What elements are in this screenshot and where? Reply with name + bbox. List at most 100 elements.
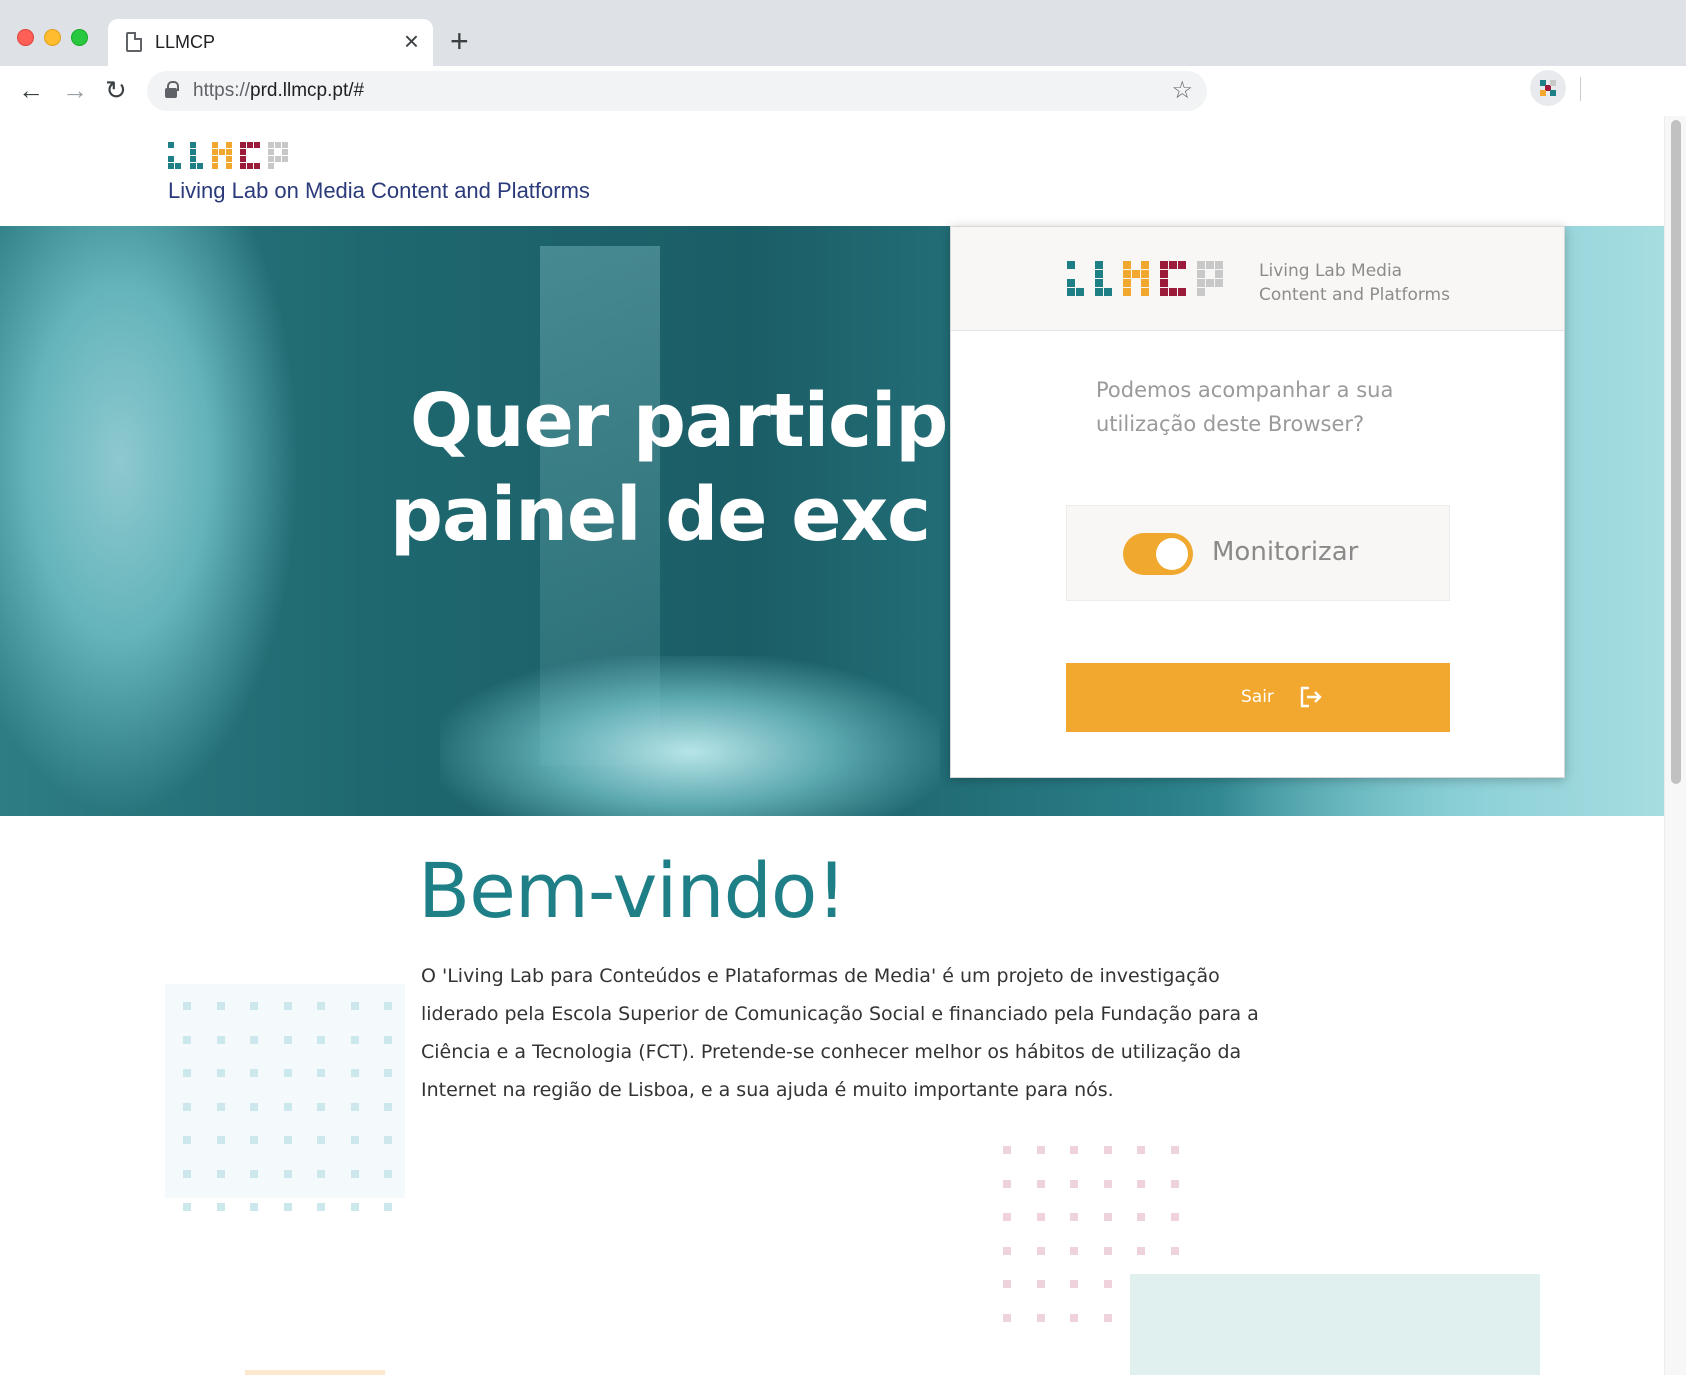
logo-pixel: [1215, 279, 1223, 287]
logo-pixel: [1197, 279, 1205, 287]
logo-pixel: [1160, 270, 1168, 278]
decorative-dot: [384, 1102, 392, 1111]
logo-pixel: [175, 163, 181, 169]
reload-icon[interactable]: ↻: [105, 75, 127, 105]
decorative-dot: [1003, 1179, 1011, 1188]
forward-arrow-icon[interactable]: →: [62, 75, 88, 105]
url-text[interactable]: https://prd.llmcp.pt/#: [193, 80, 364, 102]
logo-pixel: [226, 149, 232, 155]
logo-pixel: [1178, 261, 1186, 269]
logo-pixel: [1178, 288, 1186, 296]
close-window-button[interactable]: [17, 29, 34, 46]
decorative-dot: [183, 1136, 191, 1144]
decorative-dot: [250, 1035, 258, 1044]
monitor-toggle-label: Monitorizar: [1212, 537, 1359, 567]
decorative-dot: [1070, 1246, 1078, 1255]
logo-pixel: [1197, 288, 1205, 296]
llmcp-extension-icon[interactable]: [1530, 70, 1566, 106]
browser-tab[interactable]: LLMCP ×: [108, 19, 433, 66]
logo-pixel: [168, 156, 174, 162]
welcome-paragraph: O 'Living Lab para Conteúdos e Plataform…: [421, 965, 1259, 1101]
decorative-dot: [384, 1035, 392, 1044]
logo-pixel: [226, 163, 232, 169]
exit-button[interactable]: Sair: [1066, 663, 1450, 732]
monitor-toggle[interactable]: [1123, 533, 1193, 575]
back-arrow-icon[interactable]: ←: [18, 75, 44, 105]
decorative-dot: [384, 1136, 392, 1144]
decorative-dot: [350, 1002, 359, 1010]
logo-pixel: [1206, 261, 1214, 269]
decorative-dot: [216, 1169, 225, 1178]
decorative-dot: [216, 1136, 225, 1144]
logo-pixel: [1197, 261, 1205, 269]
logo-pixel: [1141, 261, 1149, 269]
logo-pixel: [226, 156, 232, 162]
hero-headline-line1: Quer particip: [410, 378, 948, 464]
close-tab-icon[interactable]: ×: [404, 28, 419, 54]
toolbar-separator: [1580, 77, 1581, 101]
star-icon[interactable]: ☆: [1171, 76, 1193, 105]
minimize-window-button[interactable]: [44, 29, 61, 46]
decorative-dot: [350, 1203, 359, 1211]
address-bar[interactable]: https://prd.llmcp.pt/# ☆: [147, 71, 1207, 111]
decorative-dot: [216, 1069, 225, 1077]
site-tagline: Living Lab on Media Content and Platform…: [168, 178, 590, 203]
decorative-dot-grid-blue: [165, 984, 405, 1211]
logo-pixel: [282, 156, 288, 162]
decorative-dot: [1003, 1313, 1011, 1322]
decorative-dot: [216, 1102, 225, 1111]
decorative-dot: [283, 1169, 292, 1178]
decorative-dot: [317, 1035, 325, 1044]
decorative-dot: [1070, 1313, 1078, 1322]
llmcp-logo[interactable]: [168, 142, 292, 174]
page-scrollbar[interactable]: [1664, 116, 1686, 1375]
decorative-dot: [183, 1169, 191, 1178]
decorative-dot: [216, 1203, 225, 1211]
logo-pixel: [247, 142, 253, 148]
logo-pixel: [1169, 288, 1177, 296]
decorative-dot: [384, 1169, 392, 1178]
popup-brand-line1: Living Lab Media: [1259, 261, 1403, 281]
decorative-dot: [384, 1203, 392, 1211]
popup-brand-text: Living Lab Media Content and Platforms: [1259, 259, 1450, 307]
browser-chrome: LLMCP × + ← → ↻ https://prd.llmcp.pt/# ☆: [0, 0, 1686, 116]
decorative-dot: [283, 1102, 292, 1111]
decorative-dot: [1003, 1246, 1011, 1255]
logo-pixel: [1141, 288, 1149, 296]
logo-pixel: [226, 142, 232, 148]
logo-pixel: [190, 142, 196, 148]
decorative-dot: [1103, 1179, 1112, 1188]
decorative-dot: [317, 1136, 325, 1144]
decorative-dot: [250, 1069, 258, 1077]
decorative-dot: [183, 1069, 191, 1077]
lock-icon[interactable]: [165, 81, 179, 98]
maximize-window-button[interactable]: [71, 29, 88, 46]
logo-pixel: [168, 142, 174, 148]
decorative-dot: [183, 1102, 191, 1111]
logo-pixel: [1123, 288, 1131, 296]
popup-llmcp-logo: [1067, 261, 1237, 303]
logo-pixel: [240, 142, 246, 148]
logo-pixel: [1067, 279, 1075, 287]
logo-pixel: [190, 156, 196, 162]
decorative-dot: [283, 1035, 292, 1044]
logo-pixel: [268, 156, 274, 162]
decorative-dot: [283, 1203, 292, 1211]
new-tab-button[interactable]: +: [450, 23, 469, 59]
logo-pixel: [1169, 261, 1177, 269]
decorative-dot: [183, 1203, 191, 1211]
decorative-dot: [250, 1203, 258, 1211]
logo-pixel: [247, 163, 253, 169]
decorative-dot: [317, 1069, 325, 1077]
decorative-dot: [1137, 1213, 1145, 1221]
logo-pixel: [190, 149, 196, 155]
page-icon: [126, 32, 142, 52]
decorative-dot: [1070, 1179, 1078, 1188]
logo-pixel: [1197, 270, 1205, 278]
logo-pixel: [1132, 270, 1140, 278]
popup-header: Living Lab Media Content and Platforms: [951, 227, 1564, 331]
toggle-knob: [1156, 538, 1188, 570]
scrollbar-thumb[interactable]: [1671, 120, 1681, 784]
decorative-dot: [317, 1203, 325, 1211]
decorative-dot: [1103, 1246, 1112, 1255]
